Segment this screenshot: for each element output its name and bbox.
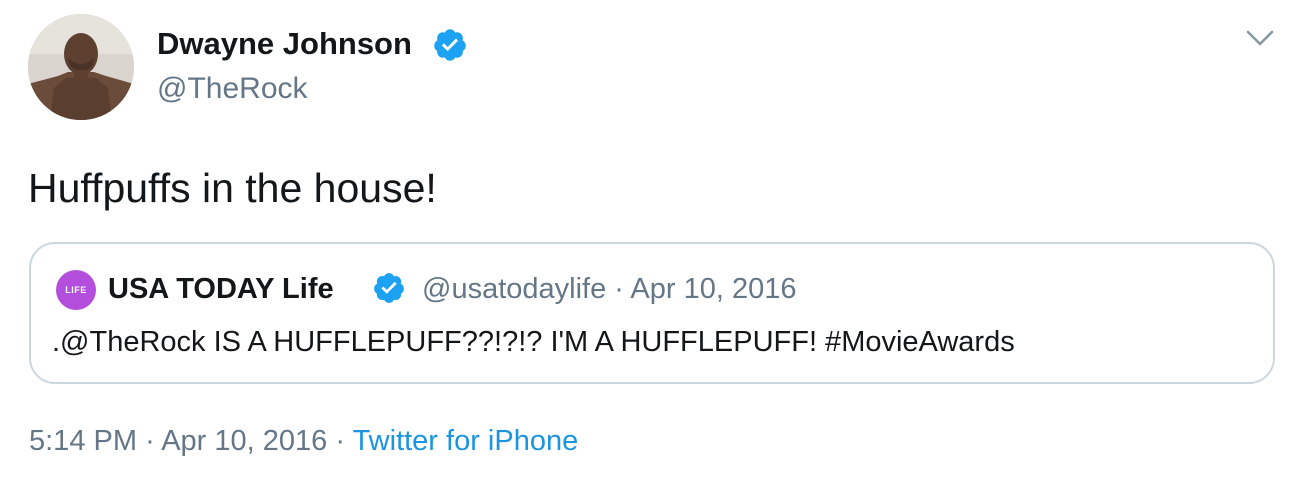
author-avatar-image xyxy=(28,14,134,120)
tweet-card: Dwayne Johnson @TheRock Huffpuffs in the… xyxy=(0,0,1302,481)
verified-badge-icon xyxy=(374,273,404,303)
author-avatar[interactable] xyxy=(28,14,134,120)
quoted-avatar[interactable]: LIFE xyxy=(56,270,96,310)
tweet-date[interactable]: Apr 10, 2016 xyxy=(161,425,327,457)
quoted-handle-date[interactable]: @usatodaylife · Apr 10, 2016 xyxy=(422,270,796,308)
tweet-source-link[interactable]: Twitter for iPhone xyxy=(353,425,579,457)
tweet-footer: 5:14 PM · Apr 10, 2016 · Twitter for iPh… xyxy=(29,422,578,460)
footer-separator: · xyxy=(335,425,346,457)
author-handle[interactable]: @TheRock xyxy=(157,70,308,108)
tweet-time[interactable]: 5:14 PM xyxy=(29,425,137,457)
footer-separator: · xyxy=(145,425,155,457)
quoted-tweet-text: .@TheRock IS A HUFFLEPUFF??!?!? I'M A HU… xyxy=(52,326,1015,358)
verified-badge-icon xyxy=(434,29,466,61)
author-name[interactable]: Dwayne Johnson xyxy=(157,24,412,64)
quoted-tweet[interactable]: LIFE USA TODAY Life @usatodaylife · Apr … xyxy=(29,242,1275,384)
chevron-down-icon[interactable] xyxy=(1243,24,1277,52)
quoted-author-name[interactable]: USA TODAY Life xyxy=(108,270,334,308)
tweet-text: Huffpuffs in the house! xyxy=(28,165,437,211)
